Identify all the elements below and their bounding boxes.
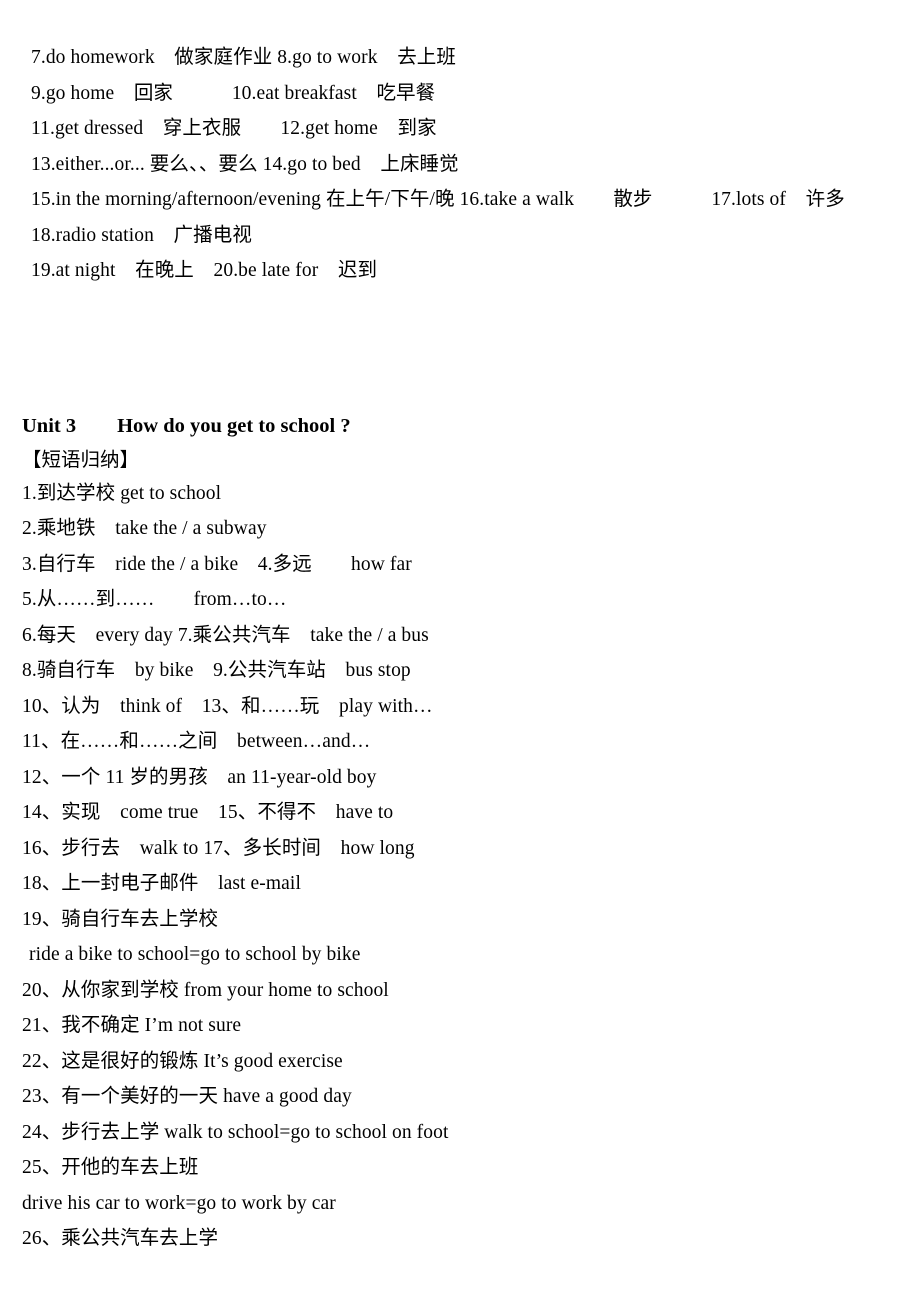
phrase-line: 16、步行去 walk to 17、多长时间 how long <box>22 837 415 859</box>
phrase-line: 5.从……到…… from…to… <box>22 589 287 610</box>
phrase-line: 11.get dressed 穿上衣服 12.get home 到家 <box>31 118 437 139</box>
unit2-phrase-list: 7.do homework 做家庭作业 8.go to work 去上班 9.g… <box>0 40 920 289</box>
phrase-line: 12、一个 11 岁的男孩 an 11-year-old boy <box>22 766 377 788</box>
phrase-line: 14、实现 come true 15、不得不 have to <box>22 802 394 823</box>
unit3-phrase-list: 1.到达学校 get to school 2.乘地铁 take the / a … <box>0 476 920 1257</box>
phrase-line: 21、我不确定 I’m not sure <box>22 1015 242 1036</box>
phrase-line: 25、开他的车去上班 <box>22 1157 199 1178</box>
unit3-section: Unit 3 How do you get to school ? 【短语归纳】… <box>0 409 920 1257</box>
phrase-line: 8.骑自行车 by bike 9.公共汽车站 bus stop <box>22 660 411 681</box>
phrase-line: 18.radio station 广播电视 <box>31 224 252 246</box>
phrase-line: 19、骑自行车去上学校 <box>22 908 219 930</box>
phrase-line: 26、乘公共汽车去上学 <box>22 1228 219 1249</box>
phrase-line: 24、步行去上学 walk to school=go to school on … <box>22 1121 449 1143</box>
phrase-line: 9.go home 回家 10.eat breakfast 吃早餐 <box>31 82 436 104</box>
phrase-line: 7.do homework 做家庭作业 8.go to work 去上班 <box>31 47 456 68</box>
phrase-line: 19.at night 在晚上 20.be late for 迟到 <box>31 260 378 281</box>
phrase-line: 6.每天 every day 7.乘公共汽车 take the / a bus <box>22 624 429 646</box>
unit3-subheading: 【短语归纳】 <box>22 449 140 471</box>
phrase-line: 2.乘地铁 take the / a subway <box>22 518 267 539</box>
phrase-line: 18、上一封电子邮件 last e-mail <box>22 873 301 894</box>
phrase-line: 15.in the morning/afternoon/evening 在上午/… <box>31 189 845 210</box>
phrase-line-continuation: ride a bike to school=go to school by bi… <box>29 944 361 965</box>
phrase-line: 3.自行车 ride the / a bike 4.多远 how far <box>22 553 412 575</box>
phrase-line: 11、在……和……之间 between…and… <box>22 731 371 752</box>
phrase-line: 23、有一个美好的一天 have a good day <box>22 1086 352 1107</box>
phrase-line: 13.either...or... 要么、、要么 14.go to bed 上床… <box>31 153 459 175</box>
phrase-line: 20、从你家到学校 from your home to school <box>22 979 389 1001</box>
phrase-line: 22、这是很好的锻炼 It’s good exercise <box>22 1050 343 1072</box>
unit3-heading: Unit 3 How do you get to school ? <box>22 414 351 437</box>
phrase-line: 1.到达学校 get to school <box>22 482 222 504</box>
phrase-line: 10、认为 think of 13、和……玩 play with… <box>22 695 433 717</box>
phrase-line-continuation: drive his car to work=go to work by car <box>22 1192 336 1214</box>
document-page: 7.do homework 做家庭作业 8.go to work 去上班 9.g… <box>0 0 920 1302</box>
